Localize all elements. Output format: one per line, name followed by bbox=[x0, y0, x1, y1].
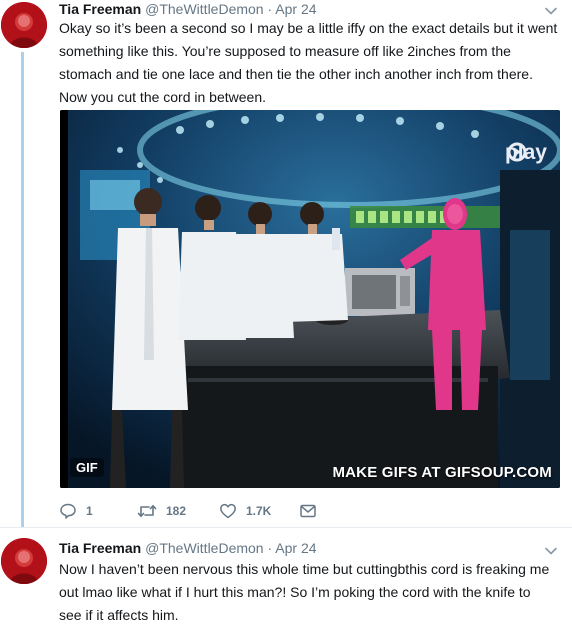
gif-watermark: MAKE GIFS AT GIFSOUP.COM bbox=[332, 464, 552, 481]
tweet-text-line: see if it affects him. bbox=[59, 607, 179, 623]
tweet-text: Okay so it’s been a second so I may be a… bbox=[59, 17, 559, 109]
retweet-button[interactable]: 182 bbox=[137, 500, 186, 522]
retweet-icon bbox=[137, 505, 157, 517]
chevron-down-icon[interactable] bbox=[544, 544, 558, 558]
like-button[interactable]: 1.7K bbox=[219, 500, 271, 522]
author-handle[interactable]: @TheWittleDemon bbox=[145, 1, 263, 17]
like-count: 1.7K bbox=[246, 504, 272, 518]
chevron-down-icon[interactable] bbox=[544, 4, 558, 18]
avatar[interactable] bbox=[1, 538, 47, 584]
tweet-text-line: out lmao like what if I hurt this man?! … bbox=[59, 584, 531, 600]
separator-dot: · bbox=[267, 540, 273, 556]
tweet-text-line: Now you cut the cord in between. bbox=[59, 89, 267, 105]
direct-message-button[interactable] bbox=[299, 500, 317, 522]
tweet-timestamp[interactable]: Apr 24 bbox=[275, 1, 316, 17]
gif-frame-image bbox=[60, 110, 560, 488]
separator-dot: · bbox=[267, 1, 273, 17]
play-logo-icon bbox=[507, 142, 527, 162]
reply-icon bbox=[60, 503, 76, 519]
thread-connector-line bbox=[21, 52, 24, 545]
brand-logo: play bbox=[505, 141, 547, 165]
author-handle[interactable]: @TheWittleDemon bbox=[145, 540, 263, 556]
gif-media[interactable]: play GIF MAKE GIFS AT GIFSOUP.COM bbox=[60, 110, 560, 488]
tweet-text-line: stomach and tie one lace and then tie th… bbox=[59, 66, 533, 82]
avatar[interactable] bbox=[1, 2, 47, 48]
retweet-count: 182 bbox=[166, 504, 187, 518]
tweet[interactable]: Tia Freeman @TheWittleDemon · Apr 24 Now… bbox=[0, 527, 572, 628]
heart-icon bbox=[220, 503, 236, 519]
tweet-header: Tia Freeman @TheWittleDemon · Apr 24 bbox=[59, 539, 317, 557]
reply-count: 1 bbox=[86, 504, 93, 518]
tweet-header: Tia Freeman @TheWittleDemon · Apr 24 bbox=[59, 0, 317, 18]
tweet[interactable]: Tia Freeman @TheWittleDemon · Apr 24 Oka… bbox=[0, 0, 572, 545]
tweet-timestamp[interactable]: Apr 24 bbox=[275, 540, 316, 556]
tweet-text: Now I haven’t been nervous this whole ti… bbox=[59, 558, 559, 627]
tweet-text-line: Now I haven’t been nervous this whole ti… bbox=[59, 561, 550, 577]
tweet-text-line: Okay so it’s been a second so I may be a… bbox=[59, 20, 558, 36]
tweet-text-line: something like this. You’re supposed to … bbox=[59, 43, 511, 59]
reply-button[interactable]: 1 bbox=[59, 500, 93, 522]
gif-badge: GIF bbox=[70, 458, 104, 477]
envelope-icon bbox=[300, 504, 316, 518]
author-name[interactable]: Tia Freeman bbox=[59, 1, 141, 17]
author-name[interactable]: Tia Freeman bbox=[59, 540, 141, 556]
